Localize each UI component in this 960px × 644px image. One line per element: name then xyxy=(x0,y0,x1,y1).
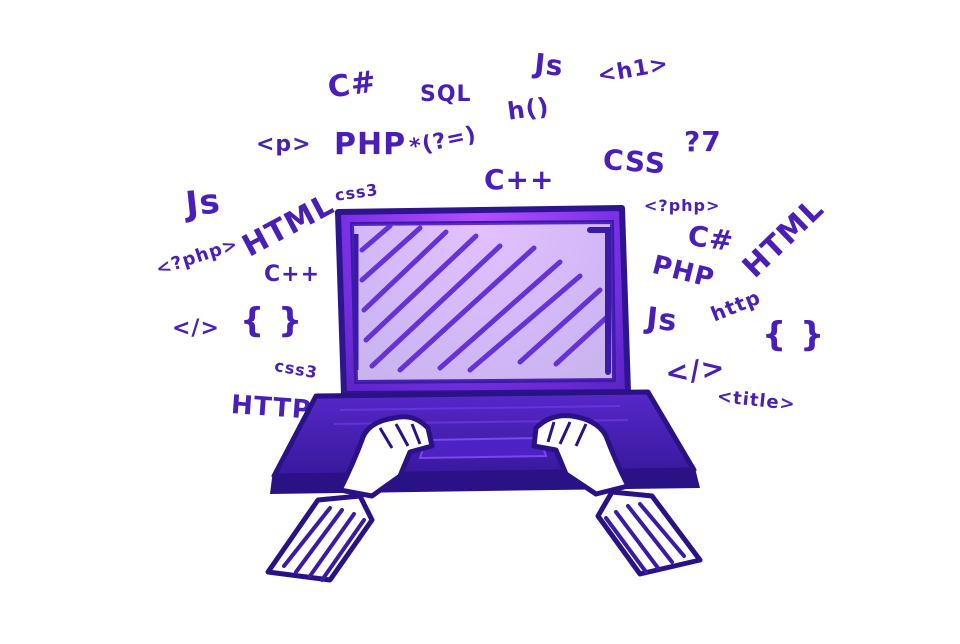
laptop-svg xyxy=(265,205,703,583)
laptop-illustration xyxy=(0,0,960,640)
laptop-base xyxy=(270,389,700,494)
illustration-canvas: C# SQL Js h() <h1> <p> PHP *(?=) CSS ?7 … xyxy=(0,0,960,640)
laptop-screen xyxy=(335,205,631,397)
